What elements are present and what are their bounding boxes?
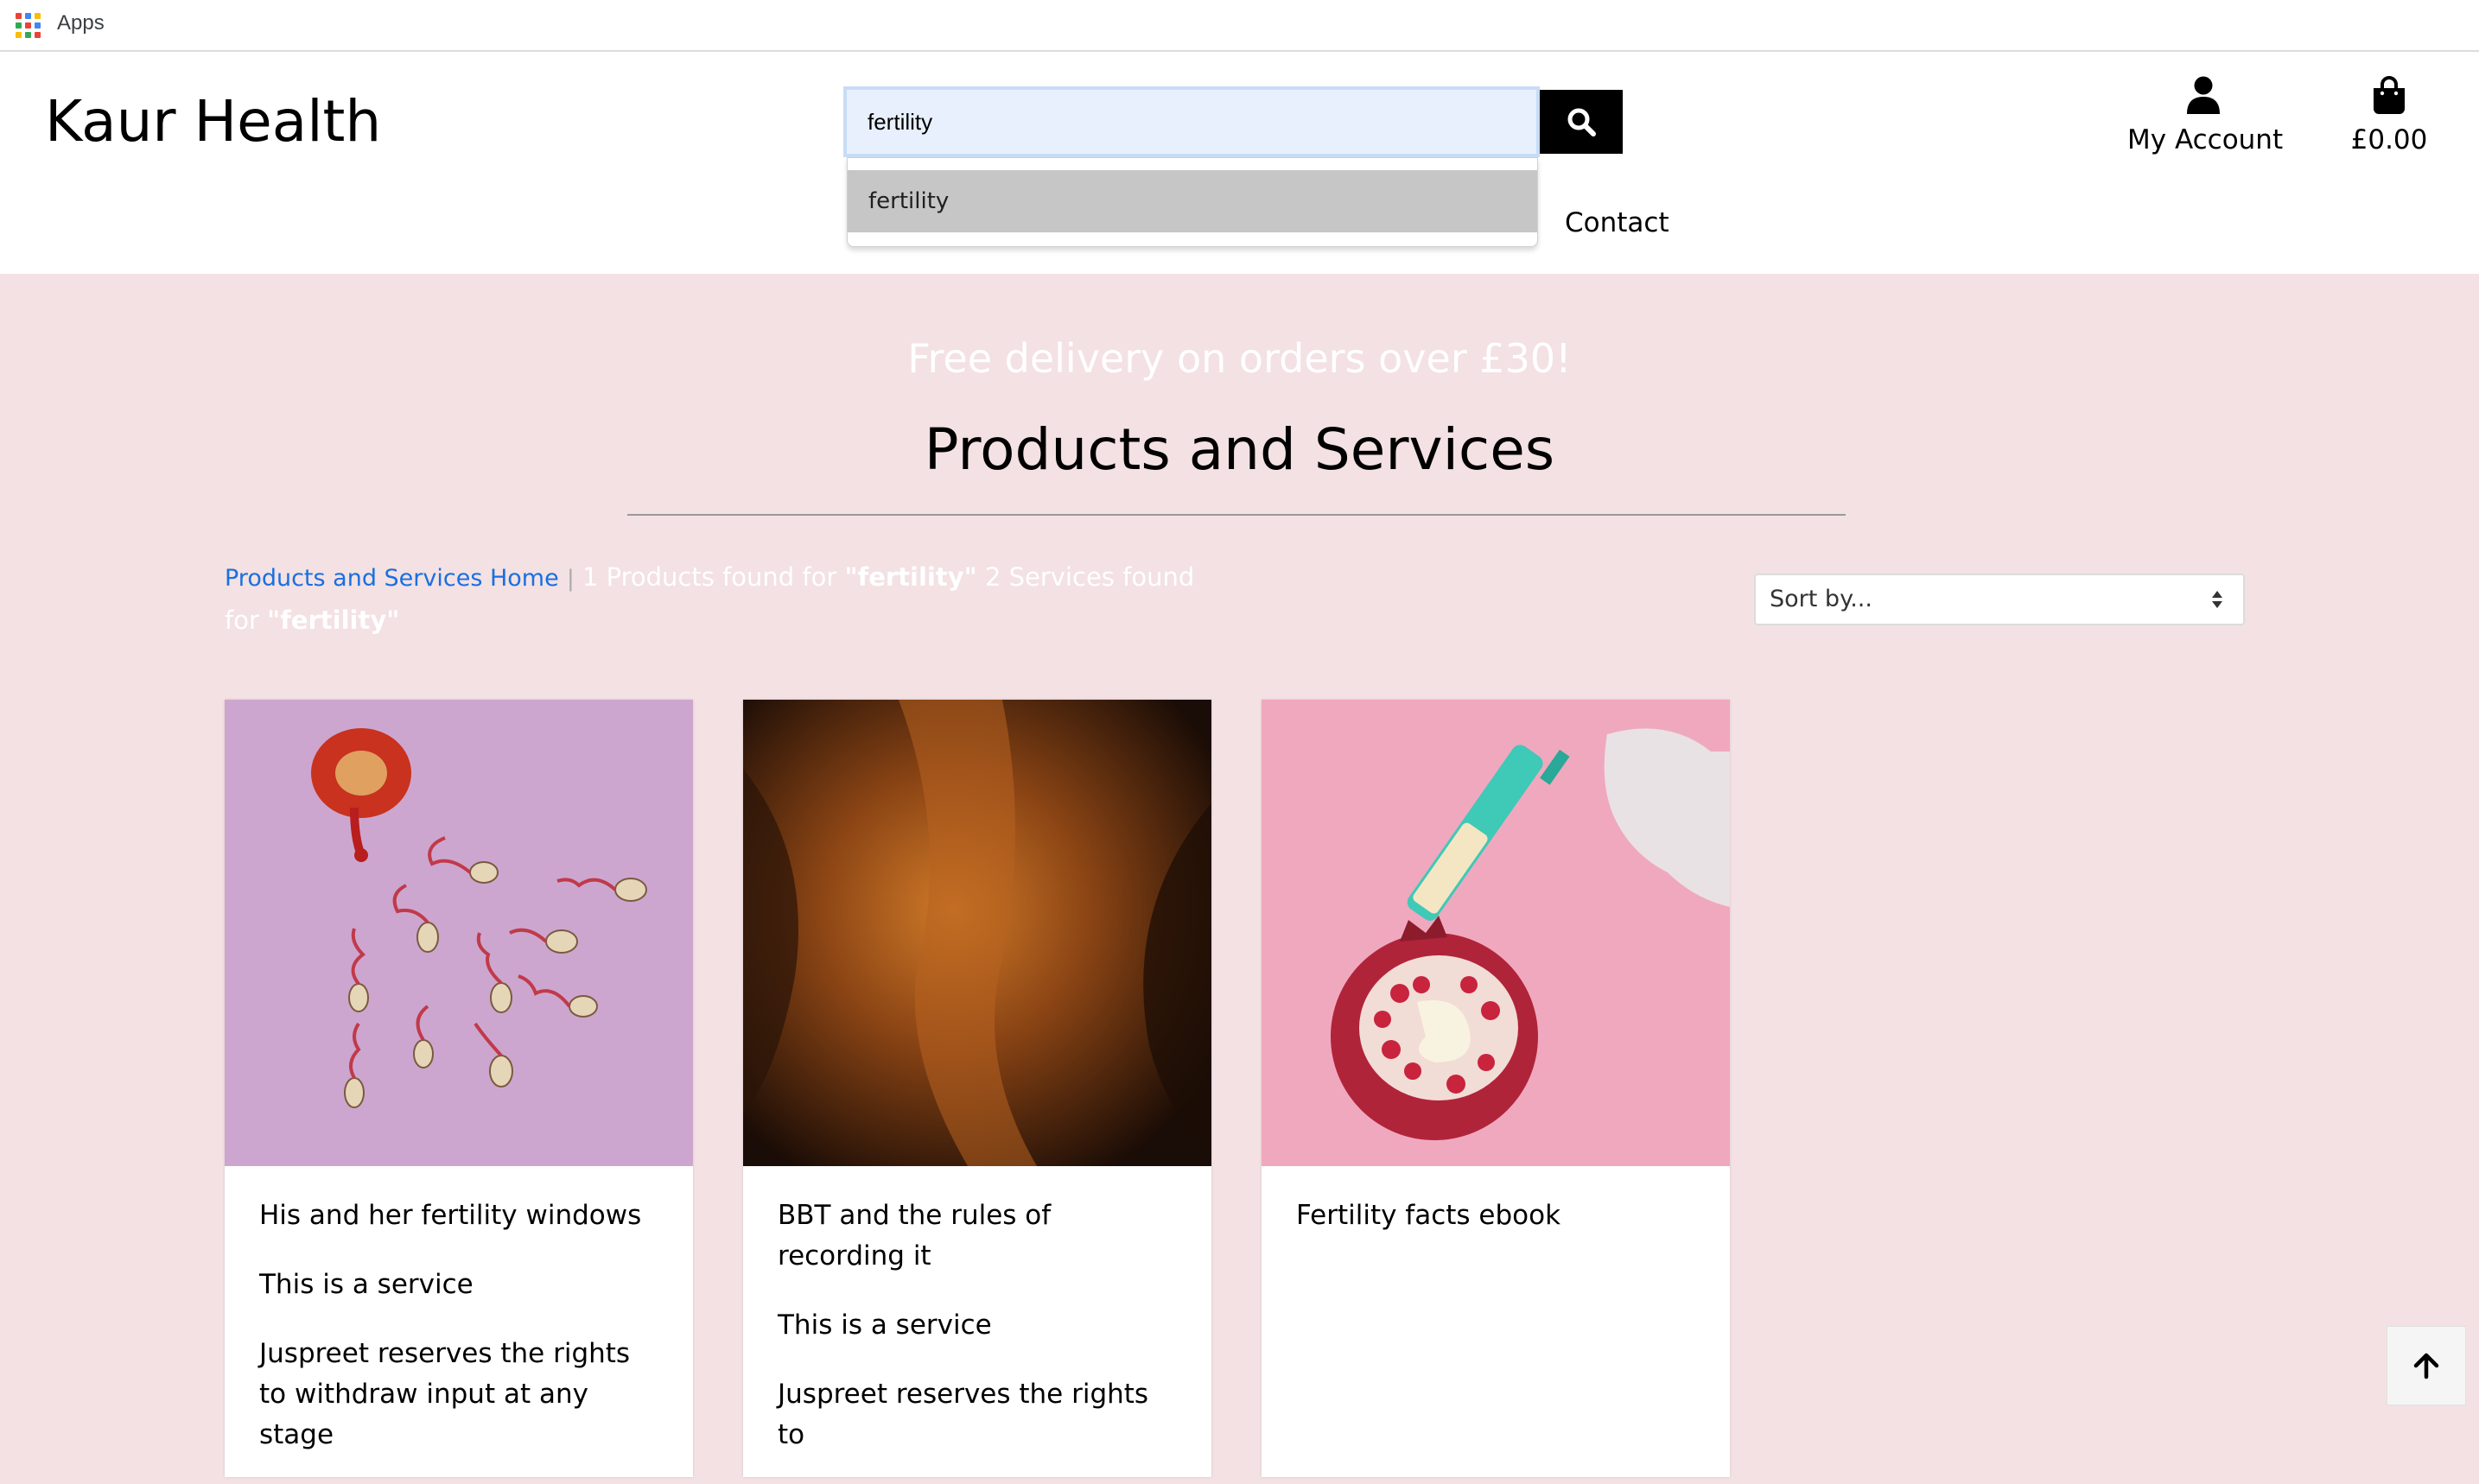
card-image-body-warm[interactable] — [743, 700, 1211, 1166]
page-title: Products and Services — [924, 416, 1555, 483]
bookmarks-bar: Apps — [0, 0, 2479, 52]
shopping-bag-icon — [2374, 76, 2405, 114]
card-type: This is a service — [259, 1269, 474, 1300]
sort-arrows-icon — [2212, 591, 2222, 608]
search-icon — [1567, 108, 1596, 136]
card-title[interactable]: His and her fertility windows — [259, 1195, 665, 1236]
card-title[interactable]: Fertility facts ebook — [1296, 1195, 1702, 1236]
user-icon — [2187, 76, 2220, 114]
card-image-pomegranate-syringe[interactable] — [1262, 700, 1730, 1166]
arrow-up-icon — [2413, 1353, 2439, 1379]
cart-link[interactable]: £0.00 — [2333, 76, 2445, 155]
services-query: "fertility" — [267, 606, 400, 635]
card-title[interactable]: BBT and the rules of recording it — [778, 1195, 1184, 1277]
title-divider — [627, 514, 1846, 516]
cart-total: £0.00 — [2350, 124, 2428, 155]
card-image-sperm-tomato[interactable] — [225, 700, 693, 1166]
my-account-label: My Account — [2127, 124, 2284, 155]
products-count-text: 1 Products found for — [582, 562, 837, 592]
breadcrumb-home-link[interactable]: Products and Services Home — [225, 565, 559, 592]
product-card[interactable]: BBT and the rules of recording it This i… — [743, 700, 1211, 1477]
card-type: This is a service — [778, 1310, 992, 1341]
back-to-top-button[interactable] — [2387, 1326, 2466, 1405]
breadcrumb-separator: | — [566, 566, 575, 592]
brand-logo-text[interactable]: Kaur Health — [45, 88, 381, 155]
card-disclaimer: Juspreet reserves the rights to withdraw… — [259, 1338, 631, 1450]
autocomplete-suggestion[interactable]: fertility — [848, 170, 1537, 232]
search-results-summary: Products and Services Home | 1 Products … — [225, 556, 1201, 641]
sort-select-value: Sort by... — [1770, 586, 1872, 612]
site-header: Kaur Health fertility Contact My Account… — [0, 52, 2479, 274]
search-button[interactable] — [1540, 90, 1623, 154]
product-card[interactable]: Fertility facts ebook — [1262, 700, 1730, 1477]
delivery-banner: Free delivery on orders over £30! — [907, 335, 1572, 382]
search-input[interactable] — [843, 86, 1540, 157]
apps-bookmark-label[interactable]: Apps — [57, 11, 105, 35]
apps-grid-icon[interactable] — [16, 13, 41, 39]
autocomplete-dropdown: fertility — [847, 157, 1538, 247]
sort-select[interactable]: Sort by... — [1754, 574, 2245, 625]
card-disclaimer: Juspreet reserves the rights to — [778, 1379, 1149, 1450]
products-query: "fertility" — [844, 562, 977, 592]
nav-link-contact[interactable]: Contact — [1565, 207, 1669, 238]
my-account-link[interactable]: My Account — [2127, 76, 2284, 155]
product-card[interactable]: His and her fertility windows This is a … — [225, 700, 693, 1477]
